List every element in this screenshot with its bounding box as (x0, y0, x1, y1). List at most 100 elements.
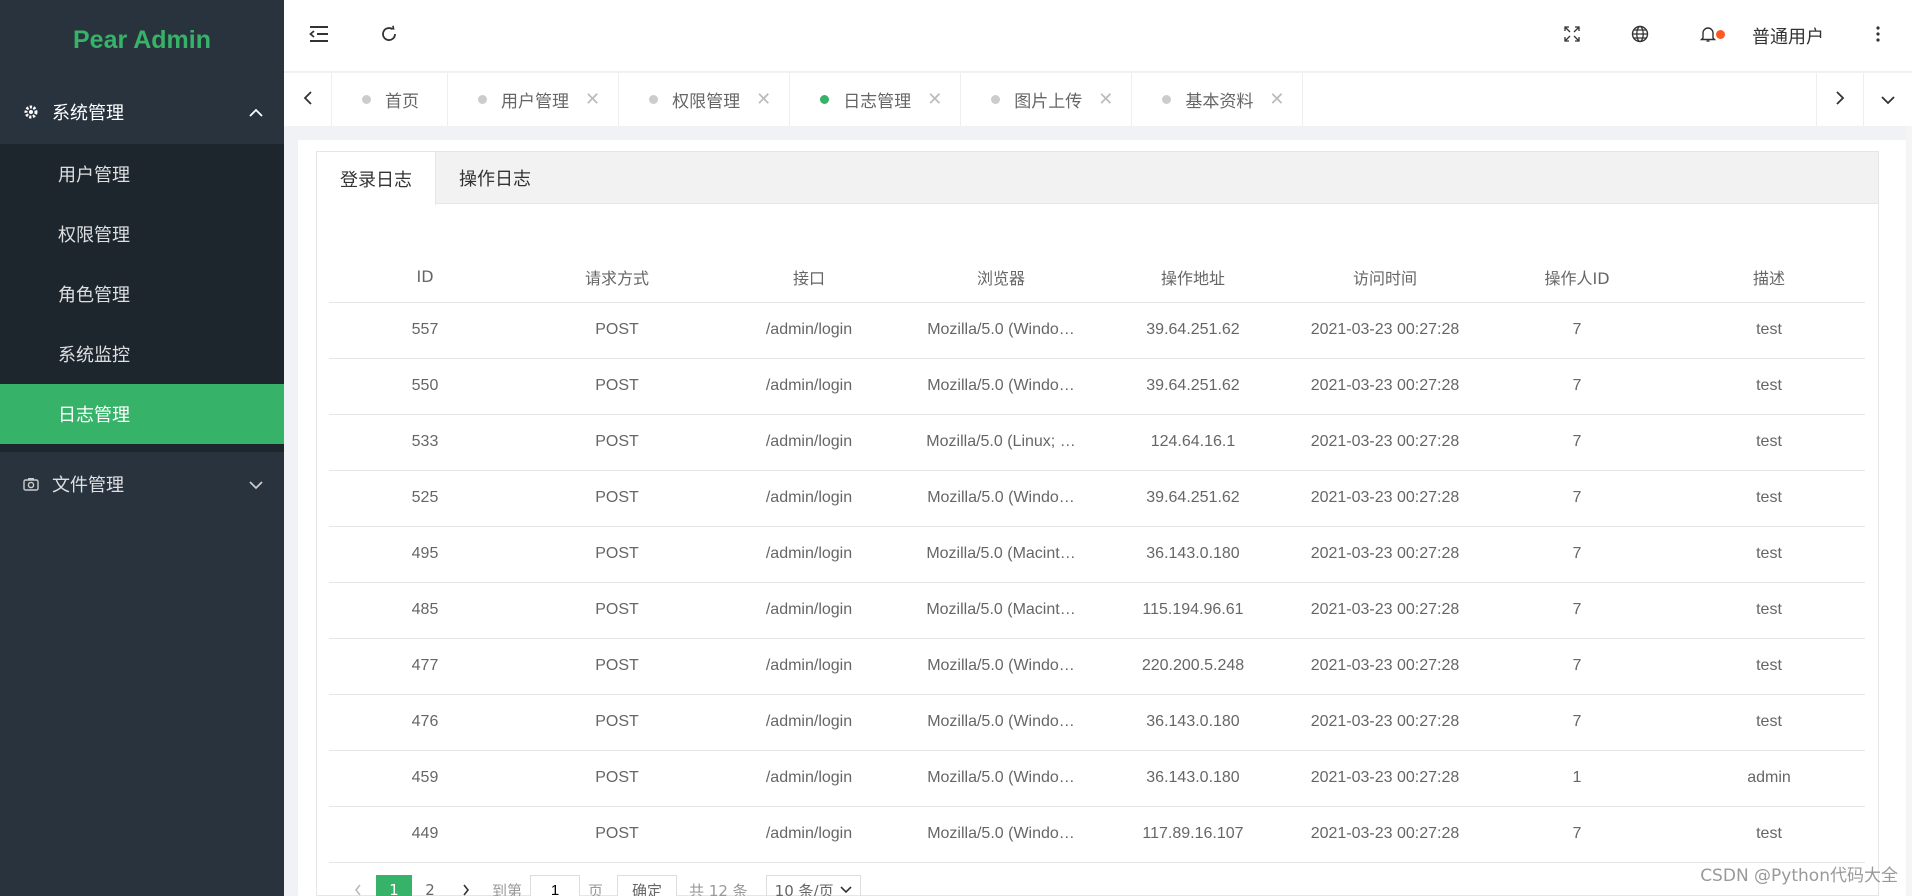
table-cell: test (1673, 526, 1865, 583)
table-cell: /admin/login (713, 638, 905, 695)
goto-suffix: 页 (588, 881, 604, 896)
table-cell: /admin/login (713, 806, 905, 863)
sidebar-item-role[interactable]: 角色管理 (0, 264, 284, 324)
table-cell: POST (521, 470, 713, 527)
chevron-down-icon (840, 886, 852, 894)
gear-icon (22, 103, 40, 121)
table-row[interactable]: 557 POST/admin/login Mozilla/5.0 (Windo… 39… (329, 302, 1865, 359)
table-cell: 2021-03-23 00:27:28 (1289, 694, 1481, 751)
prev-page-button[interactable] (340, 875, 376, 896)
tab-permission-management[interactable]: 权限管理 ✕ (619, 73, 791, 126)
tab-operation-log[interactable]: 操作日志 (436, 152, 554, 204)
table-row[interactable]: 449 POST/admin/login Mozilla/5.0 (Windo… 11… (329, 806, 1865, 863)
table-cell: Mozilla/5.0 (Windo… (905, 750, 1097, 807)
column-header[interactable]: 接口 (713, 252, 905, 303)
tab-dot (820, 95, 830, 104)
log-tabs: 登录日志 操作日志 (317, 152, 1878, 205)
table-cell: 557 (329, 302, 521, 359)
table-cell: /admin/login (713, 414, 905, 471)
table-cell: POST (521, 806, 713, 863)
close-icon[interactable]: ✕ (1098, 89, 1113, 110)
table-row[interactable]: 477 POST/admin/login Mozilla/5.0 (Windo… 22… (329, 638, 1865, 695)
close-icon[interactable]: ✕ (756, 89, 771, 110)
tabs-scroll-right-button[interactable] (1816, 73, 1864, 126)
table-cell: 39.64.251.62 (1097, 302, 1289, 359)
tabs-scroll-left-button[interactable] (284, 73, 332, 126)
table-cell: /admin/login (713, 302, 905, 359)
table-cell: Mozilla/5.0 (Windo… (905, 638, 1097, 695)
table-cell: POST (521, 582, 713, 639)
more-button[interactable] (1844, 0, 1912, 72)
table-cell: 476 (329, 694, 521, 751)
table-cell: Mozilla/5.0 (Macint… (905, 582, 1097, 639)
column-header[interactable]: 浏览器 (905, 252, 1097, 303)
table-cell: POST (521, 750, 713, 807)
sidebar-item-log[interactable]: 日志管理 (0, 384, 284, 444)
table-cell: /admin/login (713, 358, 905, 415)
tab-home[interactable]: 首页 (332, 73, 448, 126)
fullscreen-button[interactable] (1538, 0, 1606, 72)
user-menu[interactable]: 普通用户 (1742, 23, 1844, 49)
table-cell: Mozilla/5.0 (Macint… (905, 526, 1097, 583)
column-header[interactable]: 访问时间 (1289, 252, 1481, 303)
next-page-button[interactable] (448, 875, 484, 896)
collapse-menu-button[interactable] (284, 0, 354, 72)
table-row[interactable]: 459 POST/admin/login Mozilla/5.0 (Windo… 36… (329, 750, 1865, 807)
column-header[interactable]: 操作地址 (1097, 252, 1289, 303)
tab-user-management[interactable]: 用户管理 ✕ (448, 73, 620, 126)
column-header[interactable]: 描述 (1673, 252, 1865, 303)
close-icon[interactable]: ✕ (927, 89, 942, 110)
menu-group-file[interactable]: 文件管理 (0, 452, 284, 516)
table-row[interactable]: 476 POST/admin/login Mozilla/5.0 (Windo… 36… (329, 694, 1865, 751)
tab-log-management[interactable]: 日志管理 ✕ (790, 73, 962, 126)
close-icon[interactable]: ✕ (585, 89, 600, 110)
tabs-dropdown-button[interactable] (1864, 73, 1912, 126)
page-button[interactable]: 1 (376, 875, 412, 896)
table-row[interactable]: 550 POST/admin/login Mozilla/5.0 (Windo… 39… (329, 358, 1865, 415)
refresh-button[interactable] (354, 0, 424, 72)
page-scrollbar[interactable] (1906, 126, 1912, 896)
tab-label: 首页 (385, 92, 419, 112)
close-icon[interactable]: ✕ (1269, 89, 1284, 110)
table-cell: test (1673, 806, 1865, 863)
menu-group-system[interactable]: 系统管理 (0, 80, 284, 144)
column-header[interactable]: 操作人ID (1481, 252, 1673, 303)
tab-dot (991, 95, 1001, 104)
page-button[interactable]: 2 (412, 875, 448, 896)
table-cell: 7 (1481, 806, 1673, 863)
page-size-select[interactable]: 10 条/页 (765, 875, 861, 896)
table-cell: 525 (329, 470, 521, 527)
table-cell: test (1673, 414, 1865, 471)
table-cell: 550 (329, 358, 521, 415)
tab-login-log[interactable]: 登录日志 (317, 152, 436, 205)
table-cell: 533 (329, 414, 521, 471)
watermark: CSDN @Python代码大全 (1700, 866, 1898, 886)
tab-image-upload[interactable]: 图片上传 ✕ (961, 73, 1133, 126)
camera-icon (22, 475, 40, 493)
tab-dot (1162, 95, 1172, 104)
table-cell: Mozilla/5.0 (Windo… (905, 470, 1097, 527)
table-cell: test (1673, 582, 1865, 639)
goto-confirm-button[interactable]: 确定 (617, 875, 678, 896)
tab-basic-info[interactable]: 基本资料 ✕ (1132, 73, 1304, 126)
column-header[interactable]: 请求方式 (521, 252, 713, 303)
sidebar-item-monitor[interactable]: 系统监控 (0, 324, 284, 384)
tab-label: 基本资料 (1185, 92, 1254, 112)
table-header-row: ID 请求方式 接口 浏览器 操作地址 访问时间 操作人ID 描述 (329, 252, 1865, 303)
app-logo[interactable]: Pear Admin (0, 0, 284, 80)
goto-page-input[interactable] (530, 875, 581, 896)
tab-dot (649, 95, 659, 104)
language-button[interactable] (1606, 0, 1674, 72)
chevron-up-icon (248, 102, 264, 123)
table-row[interactable]: 485 POST/admin/login Mozilla/5.0 (Macint… 1… (329, 582, 1865, 639)
sidebar-item-user[interactable]: 用户管理 (0, 144, 284, 204)
notification-button[interactable] (1674, 0, 1742, 72)
sidebar-item-permission[interactable]: 权限管理 (0, 204, 284, 264)
table-cell: 124.64.16.1 (1097, 414, 1289, 471)
table-row[interactable]: 533 POST/admin/login Mozilla/5.0 (Linux; …… (329, 414, 1865, 471)
table-row[interactable]: 525 POST/admin/login Mozilla/5.0 (Windo… 39… (329, 470, 1865, 527)
table-row[interactable]: 495 POST/admin/login Mozilla/5.0 (Macint… 3… (329, 526, 1865, 583)
column-header[interactable]: ID (329, 252, 521, 303)
total-count: 共 12 条 (689, 881, 748, 896)
globe-icon (1631, 25, 1649, 47)
